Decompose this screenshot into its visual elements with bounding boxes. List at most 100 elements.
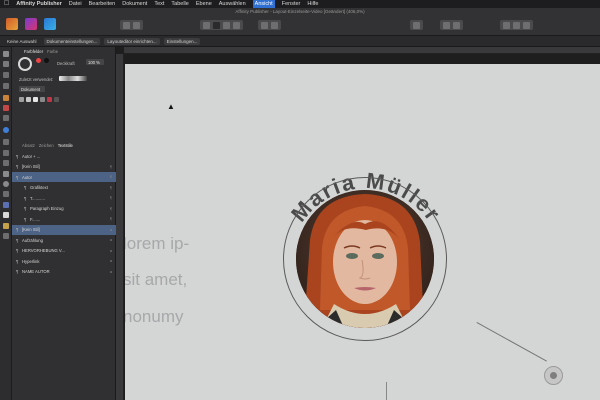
- frame-text-tool-icon[interactable]: [3, 72, 9, 78]
- body-text-line-2[interactable]: sit amet,: [125, 270, 187, 290]
- recent-colors-strip[interactable]: [59, 76, 87, 81]
- text-style-row[interactable]: ¶ NAME AUTOR a: [12, 267, 116, 277]
- connector-line: [476, 322, 547, 362]
- swatch-grey-2[interactable]: [26, 97, 31, 102]
- swatch-grey-3[interactable]: [40, 97, 45, 102]
- hand-tool-icon[interactable]: [3, 223, 9, 229]
- place-image-tool-icon[interactable]: [3, 202, 9, 208]
- menu-view[interactable]: Ansicht: [252, 0, 275, 8]
- swatch-grey-1[interactable]: [19, 97, 24, 102]
- picture-frame-tool-icon[interactable]: [3, 150, 9, 156]
- tools-panel: [0, 47, 12, 400]
- preview-icon[interactable]: [133, 21, 140, 29]
- text-style-row[interactable]: ¶ Hyperlink a: [12, 256, 116, 266]
- tab-swatches[interactable]: Farbfelder: [24, 49, 43, 54]
- text-style-type: ¶: [109, 185, 112, 190]
- body-text-line-1[interactable]: lorem ip-: [125, 234, 189, 254]
- text-style-type: a: [109, 227, 112, 232]
- ellipse-tool-icon[interactable]: [3, 181, 9, 187]
- vertical-ruler[interactable]: [116, 54, 124, 400]
- canvas-area[interactable]: lorem ip- sit amet, nonumy Maria Müller: [116, 47, 600, 400]
- publisher-persona-icon[interactable]: [6, 18, 18, 30]
- document-setup-button[interactable]: Dokumenteinstellungen...: [43, 37, 101, 45]
- toolbar-group-arrange: [258, 20, 281, 30]
- text-style-row[interactable]: ¶ HERVORHEBUNG V... a: [12, 246, 116, 256]
- magnet-icon[interactable]: [443, 21, 450, 29]
- stroke-color-swatch[interactable]: [18, 57, 32, 71]
- main-toolbar: Affinity Publisher - Layout-Einzelseite-…: [0, 8, 600, 36]
- menu-file[interactable]: Datei: [69, 0, 82, 8]
- text-wrap-icon[interactable]: [453, 21, 460, 29]
- preferences-button[interactable]: Einstellungen...: [163, 37, 201, 45]
- color-panel-tabs: Farbfelder Farbe: [24, 49, 58, 54]
- menu-select[interactable]: Auswählen: [219, 0, 246, 8]
- tab-character[interactable]: Zeichen: [39, 143, 54, 148]
- menu-help[interactable]: Hilfe: [307, 0, 318, 8]
- text-style-row[interactable]: ¶ T........... ¶: [12, 193, 116, 203]
- text-style-label: [Kein Stil]: [22, 164, 40, 169]
- tab-text-styles[interactable]: Textstile: [58, 143, 73, 148]
- text-style-type: ¶: [109, 206, 112, 211]
- insert-icon[interactable]: [233, 21, 240, 29]
- menu-layer[interactable]: Ebene: [196, 0, 212, 8]
- arrange-icon[interactable]: [261, 21, 268, 29]
- transform-icon[interactable]: [503, 21, 510, 29]
- tab-color[interactable]: Farbe: [47, 49, 58, 54]
- spread-setup-button[interactable]: Layouteditor einrichten...: [104, 37, 160, 45]
- text-style-row[interactable]: ¶ Grafiktext ¶: [12, 183, 116, 193]
- swatch-dark[interactable]: [54, 97, 59, 102]
- table-icon[interactable]: [223, 21, 230, 29]
- picture-frame-icon[interactable]: [213, 21, 220, 29]
- menu-window[interactable]: Fenster: [282, 0, 301, 8]
- fill-none-swatch[interactable]: [36, 58, 41, 63]
- rotation-handle-icon[interactable]: [544, 366, 563, 385]
- text-style-label: Aufzählung: [22, 237, 43, 243]
- align-icon[interactable]: [271, 21, 278, 29]
- color-picker-tool-icon[interactable]: [3, 212, 9, 218]
- menu-table[interactable]: Tabelle: [171, 0, 188, 8]
- portrait-photo[interactable]: [296, 190, 434, 328]
- text-style-row[interactable]: ¶ Paragraph Einzug ¶: [12, 204, 116, 214]
- text-style-row[interactable]: ¶ F....... ¶: [12, 214, 116, 224]
- text-style-type: ¶: [109, 196, 112, 200]
- pencil-tool-icon[interactable]: [3, 105, 9, 111]
- body-text-line-3[interactable]: nonumy: [125, 307, 183, 327]
- text-style-row[interactable]: ¶ Autor ¶: [12, 172, 116, 182]
- menu-edit[interactable]: Bearbeiten: [89, 0, 116, 8]
- vector-brush-tool-icon[interactable]: [3, 115, 9, 121]
- text-style-row[interactable]: ¶ Autor + ...: [12, 151, 116, 161]
- text-style-label: Autor: [22, 174, 33, 180]
- horizontal-ruler[interactable]: [124, 47, 600, 54]
- pen-tool-icon[interactable]: [3, 95, 9, 101]
- text-style-row[interactable]: ¶ [Kein Stil] ¶: [12, 162, 116, 172]
- rectangle-tool-icon[interactable]: [3, 171, 9, 177]
- tab-paragraph[interactable]: Absatz: [22, 143, 35, 148]
- table-tool-icon[interactable]: [3, 160, 9, 166]
- history-icon[interactable]: [513, 21, 520, 29]
- photo-persona-icon[interactable]: [25, 18, 37, 30]
- text-style-row[interactable]: ¶ Aufzählung a: [12, 235, 116, 245]
- move-tool-icon[interactable]: [3, 51, 9, 57]
- frame-text-icon[interactable]: [203, 21, 210, 29]
- stroke-icon[interactable]: [523, 21, 530, 29]
- menu-document[interactable]: Dokument: [122, 0, 147, 8]
- text-style-type: ¶: [109, 164, 112, 169]
- transparency-tool-icon[interactable]: [3, 139, 9, 145]
- menu-app-name[interactable]: Affinity Publisher: [16, 0, 62, 8]
- view-mode-icon[interactable]: [123, 21, 130, 29]
- fill-black-swatch[interactable]: [44, 58, 49, 63]
- document-page[interactable]: lorem ip- sit amet, nonumy Maria Müller: [125, 64, 600, 400]
- apple-menu-icon[interactable]: : [4, 0, 9, 8]
- zoom-tool-icon[interactable]: [3, 233, 9, 239]
- artistic-text-tool-icon[interactable]: [3, 83, 9, 89]
- snapping-icon[interactable]: [413, 21, 420, 29]
- node-tool-icon[interactable]: [3, 61, 9, 67]
- text-style-row[interactable]: ¶ [Kein Stil] a: [12, 224, 116, 235]
- swatch-light[interactable]: [33, 97, 38, 102]
- shape-tool-icon[interactable]: [3, 191, 9, 197]
- swatch-red[interactable]: [47, 97, 52, 102]
- palette-name: Dokument: [21, 87, 41, 92]
- menu-text[interactable]: Text: [154, 0, 164, 8]
- designer-persona-icon[interactable]: [44, 18, 56, 30]
- fill-tool-icon[interactable]: [3, 127, 9, 133]
